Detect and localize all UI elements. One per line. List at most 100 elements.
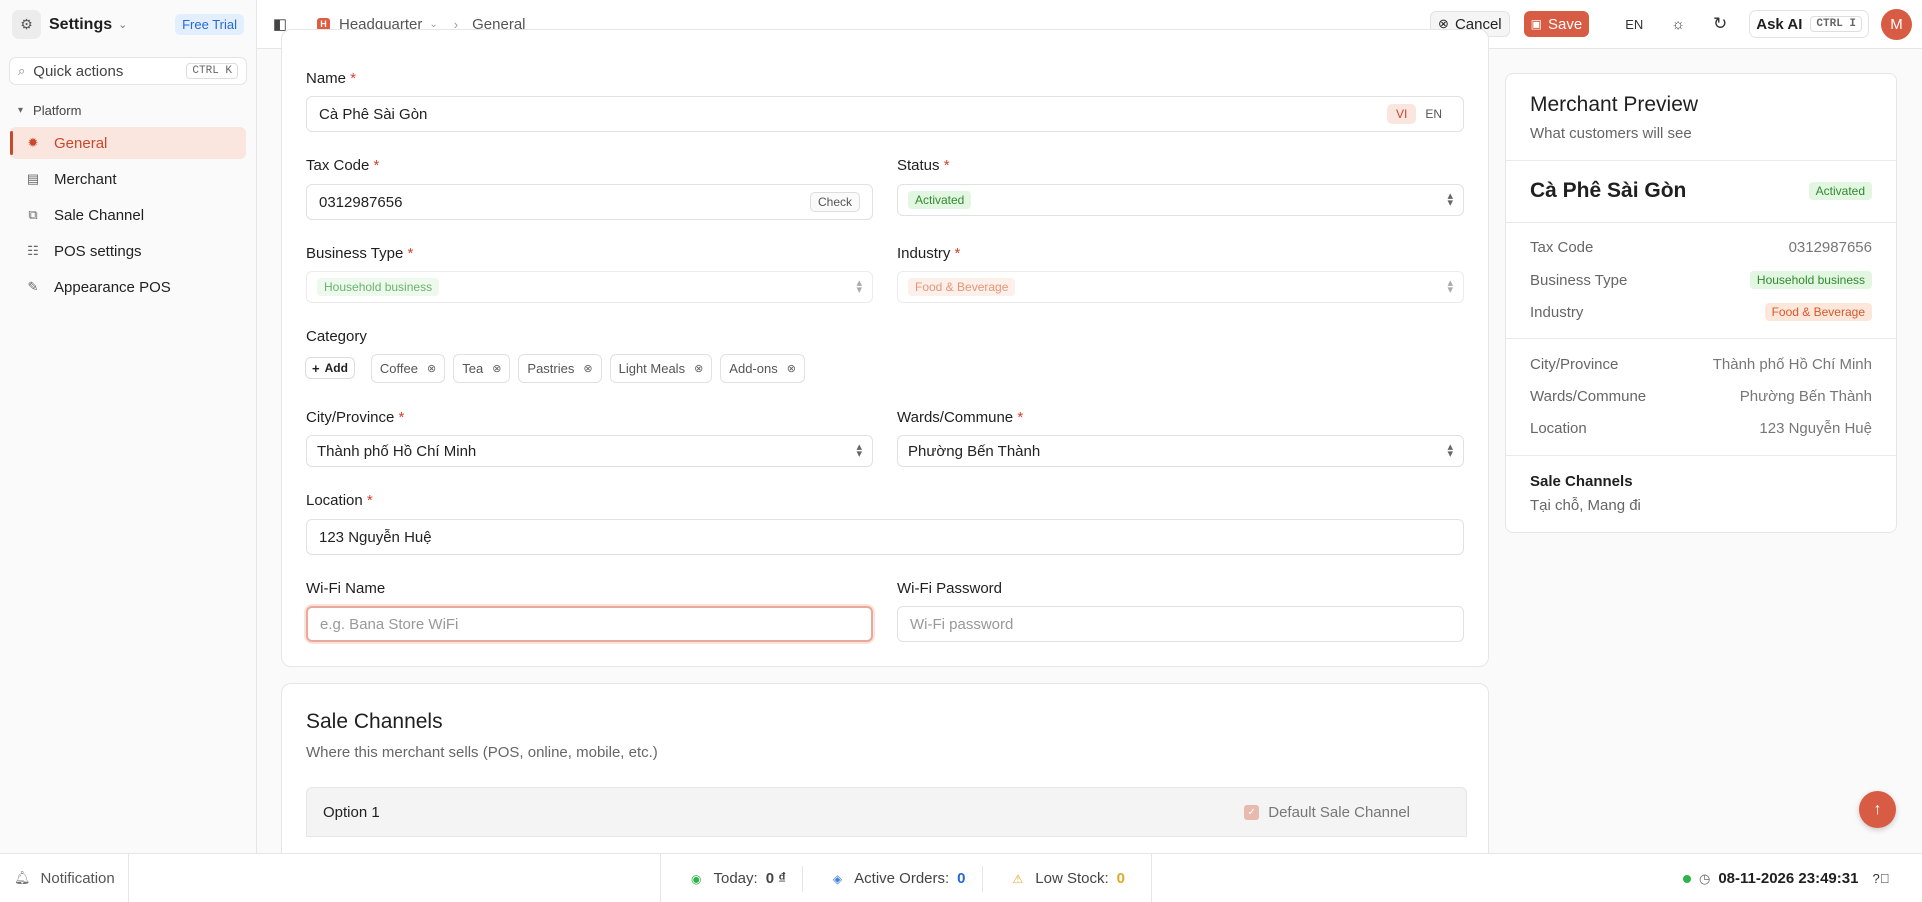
row-value: 123 Nguyễn Huệ — [1759, 420, 1872, 437]
clock-icon: ◷ — [1699, 870, 1711, 886]
city-select[interactable]: Thành phố Hồ Chí Minh ▴ ▾ — [306, 435, 873, 467]
wifi-name-input[interactable]: e.g. Bana Store WiFi — [306, 606, 873, 642]
nav-group-platform[interactable]: ▾ Platform — [0, 99, 256, 121]
ask-ai-button[interactable]: Ask AI CTRL I — [1749, 10, 1869, 38]
theme-toggle-icon[interactable]: ☼ — [1671, 16, 1685, 33]
store-icon: ▤ — [26, 171, 40, 186]
label-text: Business Type — [306, 245, 404, 262]
sidebar-item-appearance-pos[interactable]: ✎ Appearance POS — [10, 271, 246, 303]
category-chip: Light Meals ⊗ — [609, 354, 713, 383]
clock: ◷ 08-11-2026 23:49:31 ?⃝ — [1683, 854, 1889, 902]
status-select[interactable]: Activated ▴ ▾ — [897, 184, 1464, 216]
basket-icon: ◈ — [832, 871, 843, 886]
stat-active-orders[interactable]: ◈ Active Orders: 0 — [803, 865, 983, 892]
required-mark: * — [954, 245, 961, 262]
stat-today[interactable]: ◉ Today: 0 ₫ — [661, 865, 803, 892]
quick-actions-label: Quick actions — [33, 62, 124, 80]
current-datetime: 08-11-2026 23:49:31 — [1718, 870, 1859, 887]
status-label: Status * — [897, 157, 950, 174]
sidebar-item-pos-settings[interactable]: ☷ POS settings — [10, 235, 246, 267]
sidebar-item-general[interactable]: ✹ General — [10, 127, 246, 159]
ward-value: Phường Bến Thành — [908, 442, 1041, 460]
tax-code-label: Tax Code * — [306, 157, 379, 174]
toolbar-actions: ⊗ Cancel ▣ Save EN ☼ ↻ Ask AI CTRL I M — [1430, 8, 1912, 40]
remove-circle-icon[interactable]: ⊗ — [583, 362, 592, 375]
ward-select[interactable]: Phường Bến Thành ▴ ▾ — [897, 435, 1464, 467]
chevron-down-icon[interactable]: ⌄ — [429, 19, 437, 30]
required-mark: * — [373, 157, 380, 174]
checkbox-checked-icon: ✓ — [1244, 804, 1260, 820]
preview-subtitle: What customers will see — [1530, 125, 1692, 142]
sidebar-item-label: Merchant — [54, 170, 117, 188]
search-icon: ⌕ — [18, 63, 26, 78]
lang-option-vi[interactable]: VI — [1386, 104, 1417, 124]
preview-row-tax-code: Tax Code 0312987656 — [1530, 239, 1872, 256]
preview-channels-title: Sale Channels — [1530, 473, 1633, 490]
remove-circle-icon[interactable]: ⊗ — [787, 362, 796, 375]
sidebar-item-sale-channel[interactable]: ⧉ Sale Channel — [10, 199, 246, 231]
row-key: Tax Code — [1530, 239, 1594, 256]
row-value-badge: Household business — [1749, 271, 1872, 289]
workspace-header: ⚙ Settings ⌄ Free Trial — [0, 0, 256, 49]
city-label: City/Province * — [306, 409, 404, 426]
required-mark: * — [407, 245, 414, 262]
lang-option-en[interactable]: EN — [1416, 104, 1451, 124]
tax-code-input[interactable]: 0312987656 Check — [306, 184, 873, 220]
industry-label: Industry * — [897, 245, 960, 262]
required-mark: * — [943, 157, 950, 174]
default-sale-channel-checkbox[interactable]: ✓ Default Sale Channel — [1244, 804, 1410, 821]
sidebar-item-merchant[interactable]: ▤ Merchant — [10, 163, 246, 195]
divider — [1506, 455, 1896, 456]
row-value-badge: Food & Beverage — [1764, 303, 1872, 321]
sale-channel-option[interactable]: Option 1 ✓ Default Sale Channel — [306, 787, 1467, 837]
save-button[interactable]: ▣ Save — [1523, 11, 1590, 37]
row-key: Wards/Commune — [1530, 388, 1647, 405]
label-text: Tax Code — [306, 157, 370, 174]
app-title[interactable]: Settings — [49, 16, 112, 34]
name-input[interactable]: Cà Phê Sài Gòn VI EN — [306, 96, 1464, 132]
select-arrows-icon: ▴ ▾ — [1447, 441, 1453, 460]
divider — [1506, 222, 1896, 223]
avatar[interactable]: M — [1881, 8, 1912, 40]
remove-circle-icon[interactable]: ⊗ — [694, 362, 703, 375]
stat-label: Today: — [713, 870, 758, 887]
select-arrows-icon: ▴ ▾ — [1447, 190, 1453, 209]
stat-value: 0 ₫ — [765, 870, 786, 887]
location-input[interactable]: 123 Nguyễn Huệ — [306, 519, 1464, 555]
check-tax-code-button[interactable]: Check — [809, 192, 860, 212]
location-label: Location * — [306, 492, 373, 509]
chevron-down-icon[interactable]: ⌄ — [118, 18, 127, 31]
help-icon[interactable]: ?⃝ — [1872, 871, 1889, 886]
settings-gear-icon[interactable]: ⚙ — [12, 10, 41, 39]
required-mark: * — [366, 492, 373, 509]
remove-circle-icon[interactable]: ⊗ — [492, 362, 501, 375]
sale-channels-subtitle: Where this merchant sells (POS, online, … — [306, 744, 658, 761]
industry-select[interactable]: Food & Beverage ▴ ▾ — [897, 271, 1464, 303]
row-key: Business Type — [1530, 271, 1628, 289]
stat-low-stock[interactable]: ⚠ Low Stock: 0 — [983, 866, 1141, 892]
city-value: Thành phố Hồ Chí Minh — [317, 442, 477, 460]
quick-actions-search[interactable]: ⌕ Quick actions CTRL K — [9, 57, 247, 85]
language-switch[interactable]: EN — [1625, 17, 1643, 32]
category-chip: Add-ons ⊗ — [720, 354, 805, 383]
label-text: Status — [897, 157, 940, 174]
label-text: Location — [306, 492, 363, 509]
add-category-button[interactable]: + Add — [305, 357, 355, 379]
remove-circle-icon[interactable]: ⊗ — [427, 362, 436, 375]
scroll-to-top-button[interactable]: ↑ — [1859, 791, 1896, 828]
business-type-label: Business Type * — [306, 245, 413, 262]
category-chips: + Add Coffee ⊗ Tea ⊗ Pastries ⊗ Light Me… — [305, 354, 813, 383]
warning-icon: ⚠ — [1012, 871, 1024, 886]
business-type-select[interactable]: Household business ▴ ▾ — [306, 271, 873, 303]
refresh-icon[interactable]: ↻ — [1713, 14, 1727, 34]
name-value: Cà Phê Sài Gòn — [319, 105, 428, 123]
notification-button[interactable]: 🔔︎ Notification — [0, 854, 129, 902]
row-key: City/Province — [1530, 356, 1619, 373]
chevron-down-icon: ▾ — [18, 104, 24, 116]
wifi-password-input[interactable]: Wi-Fi password — [897, 606, 1464, 642]
quick-actions-shortcut: CTRL K — [186, 63, 238, 79]
sun-icon: ✹ — [27, 135, 39, 150]
sidebar-item-label: POS settings — [54, 242, 142, 260]
plan-badge[interactable]: Free Trial — [175, 14, 244, 35]
stat-label: Low Stock: — [1035, 870, 1109, 887]
